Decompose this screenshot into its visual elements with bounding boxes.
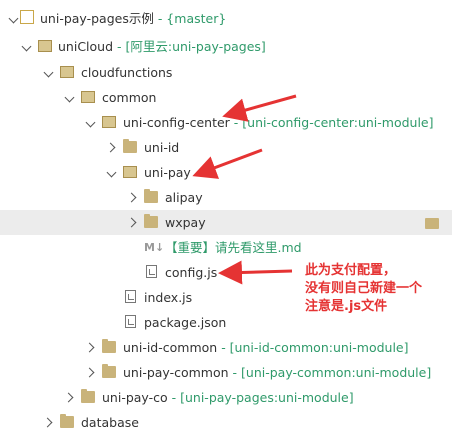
- arrow-to-config-center: [222, 94, 297, 122]
- arrow-to-uni-pay: [192, 148, 263, 179]
- annotation-arrows: [192, 94, 297, 285]
- arrow-to-config-js: [218, 260, 293, 285]
